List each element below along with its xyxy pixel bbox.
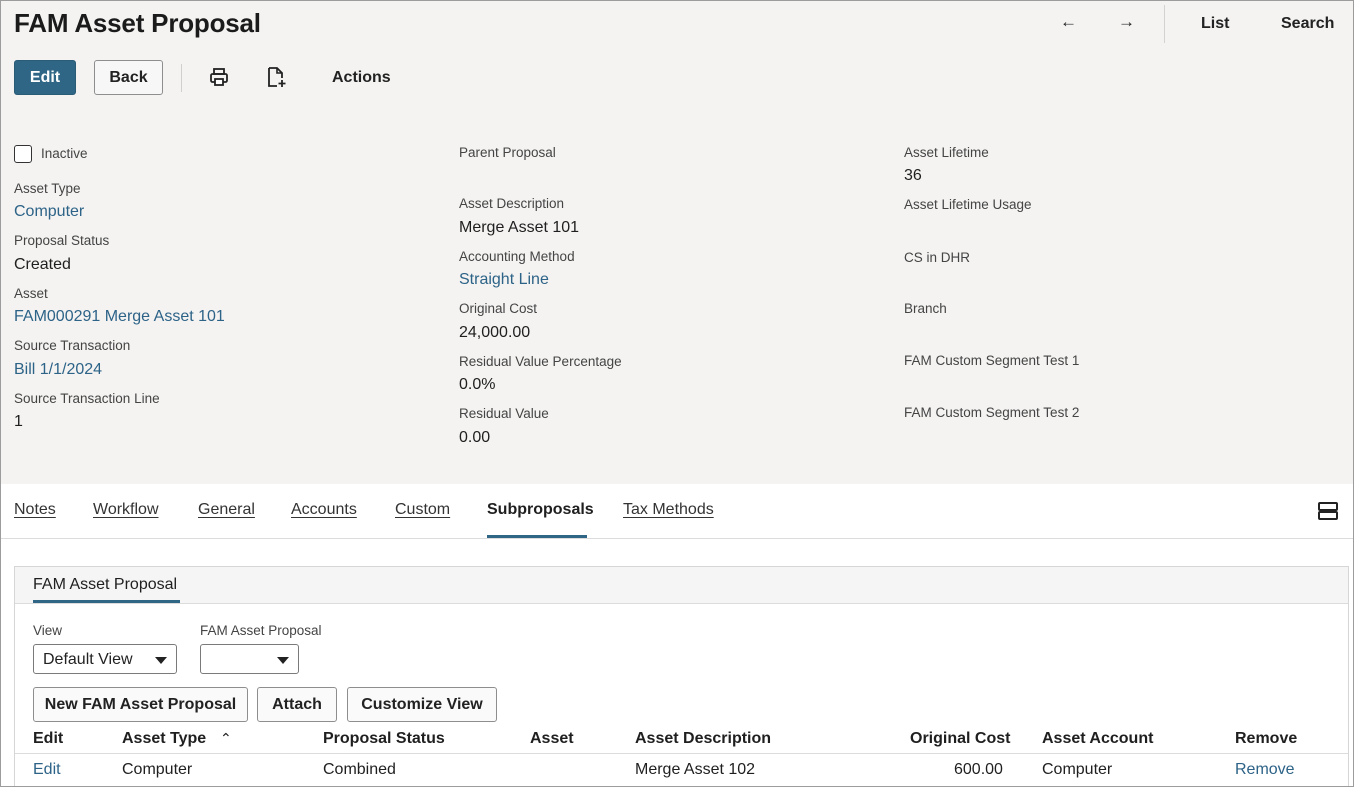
asset-label: Asset	[14, 286, 48, 301]
row-asset-description: Merge Asset 102	[635, 761, 756, 778]
tab-tax-methods[interactable]: Tax Methods	[623, 501, 714, 519]
row-proposal-status: Combined	[323, 761, 396, 778]
actions-menu[interactable]: Actions	[332, 69, 391, 87]
subtab-bar: Notes Workflow General Accounts Custom S…	[1, 484, 1353, 539]
proposal-status-label: Proposal Status	[14, 233, 110, 248]
source-transaction-label: Source Transaction	[14, 338, 131, 353]
row-remove-link[interactable]: Remove	[1235, 761, 1295, 779]
subproposals-section: FAM Asset Proposal View Default View FAM…	[1, 539, 1353, 786]
row-asset-type: Computer	[122, 761, 193, 778]
tab-general[interactable]: General	[198, 501, 255, 519]
record-page: FAM Asset Proposal ← → List Search Edit …	[0, 0, 1354, 787]
sublist-panel: FAM Asset Proposal View Default View FAM…	[14, 566, 1349, 786]
new-document-icon[interactable]	[265, 66, 287, 88]
asset-value[interactable]: FAM000291 Merge Asset 101	[14, 308, 225, 326]
asset-type-label: Asset Type	[14, 181, 81, 196]
list-link[interactable]: List	[1201, 15, 1229, 33]
source-transaction-line-label: Source Transaction Line	[14, 391, 160, 406]
column-header-proposal-status[interactable]: Proposal Status	[323, 730, 445, 748]
accounting-method-value[interactable]: Straight Line	[459, 271, 549, 289]
view-label: View	[33, 623, 63, 638]
tab-workflow[interactable]: Workflow	[93, 501, 159, 519]
residual-value-value: 0.00	[459, 429, 491, 446]
fam-asset-proposal-filter-select[interactable]	[200, 644, 299, 674]
chevron-down-icon	[155, 657, 167, 664]
tab-custom[interactable]: Custom	[395, 501, 450, 519]
cs-in-dhr-label: CS in DHR	[904, 250, 971, 265]
parent-proposal-label: Parent Proposal	[459, 145, 556, 160]
row-asset-account: Computer	[1042, 761, 1113, 778]
view-select[interactable]: Default View	[33, 644, 177, 674]
edit-button[interactable]: Edit	[14, 60, 76, 95]
sublist-active-indicator	[33, 600, 180, 603]
back-button[interactable]: Back	[94, 60, 163, 95]
asset-type-value[interactable]: Computer	[14, 203, 84, 221]
fam-asset-proposal-filter-label: FAM Asset Proposal	[200, 623, 322, 638]
fam-custom-segment-2-label: FAM Custom Segment Test 2	[904, 405, 1080, 420]
table-header-divider	[15, 753, 1348, 754]
asset-description-value: Merge Asset 101	[459, 219, 580, 236]
inactive-label: Inactive	[41, 146, 88, 161]
active-tab-indicator	[487, 535, 587, 538]
sort-ascending-icon[interactable]: ⌃	[220, 730, 232, 747]
row-original-cost: 600.00	[954, 761, 1003, 778]
residual-value-percentage-label: Residual Value Percentage	[459, 354, 622, 369]
accounting-method-label: Accounting Method	[459, 249, 575, 264]
column-header-asset[interactable]: Asset	[530, 730, 574, 748]
column-header-original-cost[interactable]: Original Cost	[910, 730, 1010, 748]
column-header-remove: Remove	[1235, 730, 1298, 747]
print-icon[interactable]	[208, 66, 230, 88]
original-cost-value: 24,000.00	[459, 324, 531, 341]
row-edit-link[interactable]: Edit	[33, 761, 61, 779]
fam-custom-segment-1-label: FAM Custom Segment Test 1	[904, 353, 1080, 368]
tab-accounts[interactable]: Accounts	[291, 501, 357, 519]
source-transaction-line-value: 1	[14, 413, 23, 430]
search-link[interactable]: Search	[1281, 15, 1334, 33]
previous-record-arrow-icon[interactable]: ←	[1060, 12, 1077, 32]
asset-description-label: Asset Description	[459, 196, 565, 211]
asset-lifetime-usage-label: Asset Lifetime Usage	[904, 197, 1032, 212]
view-select-value: Default View	[43, 651, 133, 668]
asset-lifetime-value: 36	[904, 167, 922, 184]
header-divider	[1164, 5, 1165, 43]
next-record-arrow-icon[interactable]: →	[1118, 12, 1135, 32]
sublist-header: FAM Asset Proposal	[15, 567, 1348, 604]
customize-view-button[interactable]: Customize View	[347, 687, 497, 722]
original-cost-label: Original Cost	[459, 301, 538, 316]
asset-lifetime-label: Asset Lifetime	[904, 145, 989, 160]
residual-value-percentage-value: 0.0%	[459, 376, 496, 393]
tab-notes[interactable]: Notes	[14, 501, 56, 519]
inactive-checkbox[interactable]	[14, 145, 32, 163]
proposal-status-value: Created	[14, 256, 71, 273]
column-header-edit: Edit	[33, 730, 64, 747]
new-fam-asset-proposal-button[interactable]: New FAM Asset Proposal	[33, 687, 248, 722]
sublist-tab-fam-asset-proposal[interactable]: FAM Asset Proposal	[33, 576, 177, 594]
view-toggle-icon[interactable]	[1318, 501, 1338, 521]
column-header-asset-description[interactable]: Asset Description	[635, 730, 771, 748]
column-header-asset-type[interactable]: Asset Type	[122, 730, 206, 748]
tab-subproposals[interactable]: Subproposals	[487, 501, 594, 519]
attach-button[interactable]: Attach	[257, 687, 337, 722]
branch-label: Branch	[904, 301, 947, 316]
toolbar-divider	[181, 64, 182, 92]
chevron-down-icon	[277, 657, 289, 664]
residual-value-label: Residual Value	[459, 406, 549, 421]
column-header-asset-account[interactable]: Asset Account	[1042, 730, 1153, 748]
source-transaction-value[interactable]: Bill 1/1/2024	[14, 361, 102, 379]
page-title: FAM Asset Proposal	[14, 8, 261, 38]
